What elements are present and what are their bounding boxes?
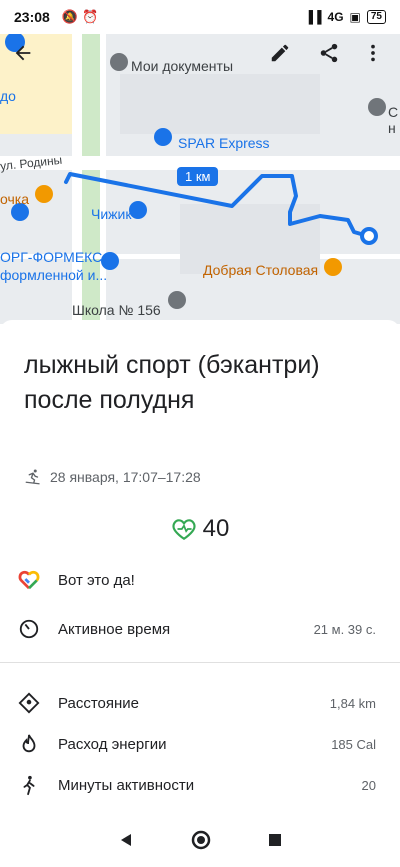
battery-indicator: 75 <box>366 10 386 24</box>
stat-row-active-time: Активное время 21 м. 39 с. <box>0 609 400 649</box>
stat-row-wow: Вот это да! <box>0 560 400 600</box>
distance-pin-icon <box>18 692 40 714</box>
stat-label: Минуты активности <box>58 776 195 794</box>
stat-row-distance: Расстояние 1,84 km <box>0 683 400 723</box>
skiing-icon <box>25 469 40 485</box>
heart-points-icon <box>172 519 196 541</box>
nav-recents-button[interactable] <box>268 833 282 852</box>
map-label-do: до <box>0 88 16 104</box>
map-label-right-s: С <box>388 104 399 120</box>
stat-label: Вот это да! <box>58 571 135 589</box>
stat-value: 20 <box>361 777 376 793</box>
stat-row-move-minutes: Минуты активности 20 <box>0 765 400 805</box>
map-label-forms-1: ОРГ-ФОРМЕКС, <box>0 249 107 265</box>
map-label-right-n: н <box>388 120 396 136</box>
mute-icon: 🔕 <box>61 9 78 24</box>
map-label-school: Школа № 156 <box>72 302 161 318</box>
stat-label: Расход энергии <box>58 735 167 753</box>
signal-icon: ▐▐ <box>304 10 322 24</box>
nav-back-button[interactable] <box>118 832 134 853</box>
walking-icon <box>18 774 40 796</box>
square-recents-icon <box>268 833 281 846</box>
stat-row-energy: Расход энергии 185 Cal <box>0 724 400 764</box>
system-navigation-bar <box>0 817 400 867</box>
arrow-back-icon <box>15 45 31 61</box>
flame-icon <box>18 733 40 755</box>
back-button[interactable] <box>12 42 44 74</box>
google-fit-heart-icon <box>18 569 40 591</box>
triangle-back-icon <box>121 833 132 846</box>
activity-title: лыжный спорт (бэкантри) после полудня <box>24 351 320 414</box>
wifi-icon: ▣ <box>349 10 361 24</box>
timer-icon <box>18 618 40 640</box>
alarm-icon: ⏰ <box>82 9 99 24</box>
stat-value: 1,84 km <box>329 695 376 711</box>
heart-points-value: 40 <box>202 515 230 542</box>
stat-value: 21 м. 39 с. <box>313 621 376 637</box>
edit-button[interactable] <box>269 42 301 74</box>
route-map[interactable]: Мои документы SPAR Express ул. Родины Чи… <box>0 34 400 324</box>
share-icon <box>320 43 338 63</box>
heart-points-summary: 40 <box>0 515 400 543</box>
map-scale-badge: 1 км <box>177 167 219 186</box>
nav-home-button[interactable] <box>191 830 211 855</box>
status-bar: 23:08 🔕 ⏰ ▐▐ 4G ▣ 75 <box>0 0 400 34</box>
map-label-forms-2: формленной и... <box>0 267 108 283</box>
map-label-dobraya: Добрая Столовая <box>203 262 319 278</box>
share-button[interactable] <box>318 42 350 74</box>
activity-date-row: 28 января, 17:07–17:28 <box>24 468 201 486</box>
activity-details-sheet: лыжный спорт (бэкантри) после полудня 28… <box>0 320 400 820</box>
map-label-chizhik: Чижик <box>91 206 132 222</box>
network-type: 4G <box>327 10 344 24</box>
status-time: 23:08 <box>14 9 50 25</box>
map-label-spar: SPAR Express <box>178 135 270 151</box>
stat-value: 185 Cal <box>331 736 376 752</box>
stat-label: Расстояние <box>58 694 140 712</box>
map-label-docs: Мои документы <box>131 58 234 74</box>
map-label-tochka: очка <box>0 191 29 207</box>
section-divider <box>0 662 400 663</box>
stat-label: Активное время <box>58 620 171 638</box>
activity-date: 28 января, 17:07–17:28 <box>50 469 201 485</box>
pencil-icon <box>271 44 289 62</box>
circle-home-icon <box>191 830 211 849</box>
more-vertical-icon <box>371 44 375 62</box>
more-options-button[interactable] <box>362 42 394 74</box>
